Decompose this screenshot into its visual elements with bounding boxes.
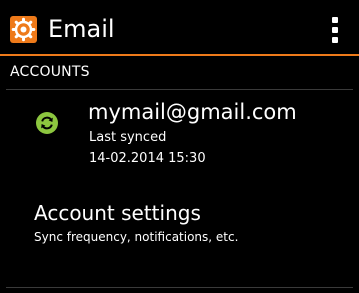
account-settings-title: Account settings: [34, 201, 201, 225]
account-settings-subtitle: Sync frequency, notifications, etc.: [34, 230, 239, 244]
sync-icon: [36, 112, 58, 134]
app-title: Email: [48, 15, 115, 43]
bottom-divider: [6, 287, 353, 288]
account-email: mymail@gmail.com: [88, 100, 297, 124]
settings-gear-icon[interactable]: [10, 16, 37, 43]
account-settings-item[interactable]: Account settings Sync frequency, notific…: [0, 194, 359, 254]
section-divider: [6, 89, 353, 90]
account-item[interactable]: mymail@gmail.com Last synced 14-02.2014 …: [0, 92, 359, 172]
account-last-synced-time: 14-02.2014 15:30: [89, 151, 206, 166]
action-bar-underline: [0, 54, 359, 56]
accounts-section-header: ACCOUNTS: [10, 64, 90, 80]
action-bar: Email: [0, 0, 359, 53]
account-sync-status: Last synced: [89, 130, 167, 145]
overflow-menu-icon[interactable]: [324, 15, 346, 45]
